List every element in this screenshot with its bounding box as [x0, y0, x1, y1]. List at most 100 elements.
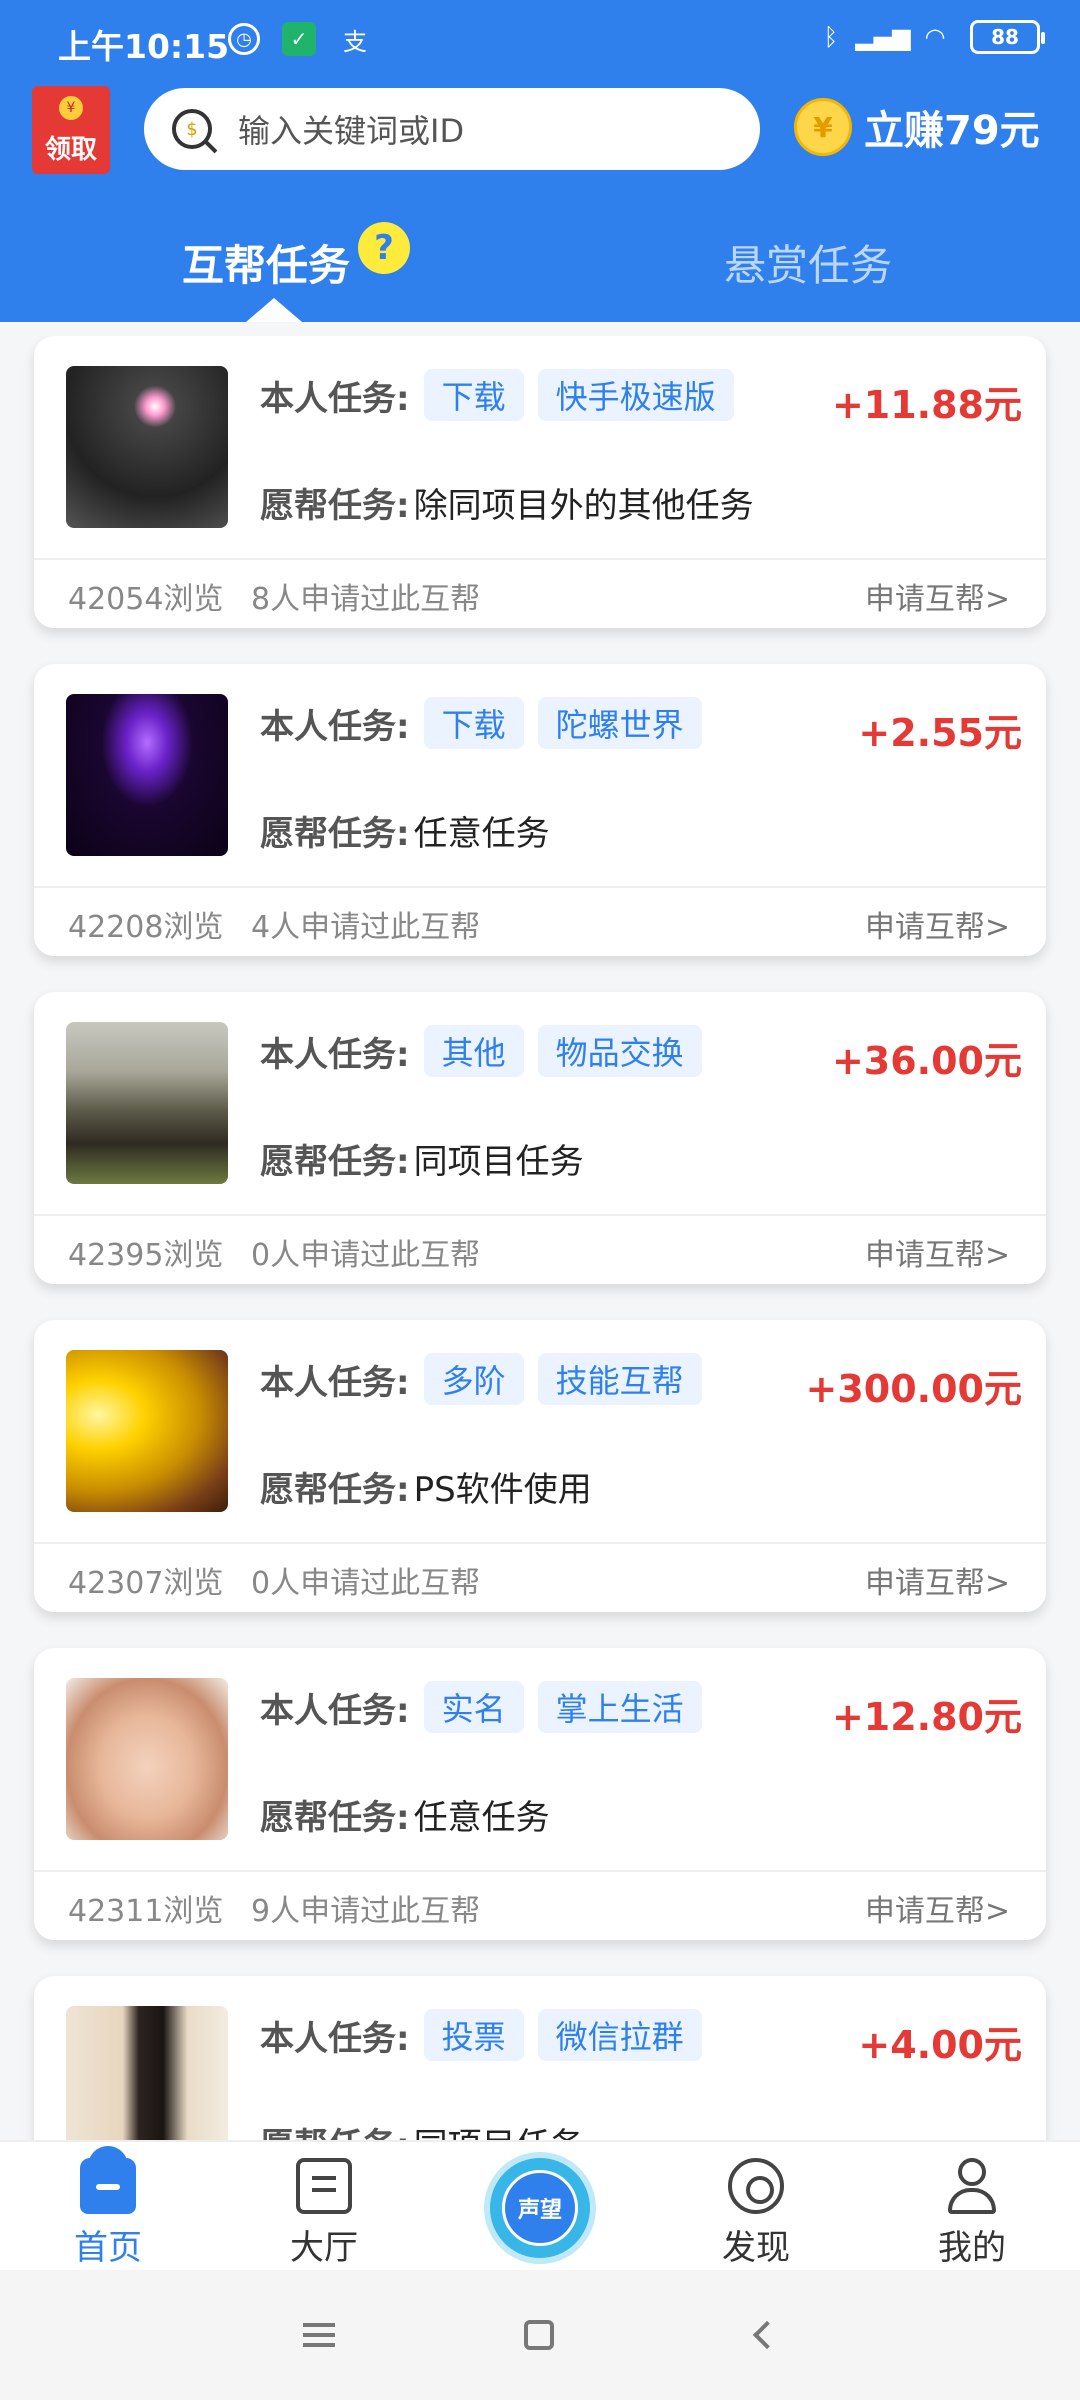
task-tag: 下载: [423, 697, 524, 749]
apply-help-link[interactable]: 申请互帮>: [865, 902, 1010, 946]
self-task-row: 本人任务: 投票 微信拉群: [260, 2008, 702, 2062]
applicant-count: 0人申请过此互帮: [250, 1566, 481, 1601]
want-task-row: 愿帮任务: 除同项目外的其他任务: [260, 478, 754, 527]
status-time: 上午10:15: [58, 27, 230, 66]
apply-help-link[interactable]: 申请互帮>: [865, 1558, 1010, 1602]
task-card[interactable]: 本人任务: 投票 微信拉群 +4.00元 愿帮任务: 同项目任务: [34, 1976, 1046, 2140]
self-task-row: 本人任务: 下载 快手极速版: [260, 368, 734, 422]
shield-icon: ✓: [282, 22, 316, 56]
want-task-row: 愿帮任务: 任意任务: [260, 1790, 550, 1839]
home-icon: [80, 2146, 136, 2214]
reward-amount: +4.00元: [858, 2023, 1022, 2067]
task-list[interactable]: 本人任务: 下载 快手极速版 +11.88元 愿帮任务: 除同项目外的其他任务 …: [0, 336, 1080, 2140]
search-placeholder: 输入关键词或ID: [238, 112, 465, 150]
card-meta: 42311浏览 9人申请过此互帮: [68, 1886, 480, 1930]
task-tag: 技能互帮: [537, 1353, 702, 1405]
task-tag: 快手极速版: [537, 369, 734, 421]
tab-indicator: [246, 298, 302, 322]
apply-help-link[interactable]: 申请互帮>: [865, 1230, 1010, 1274]
nav-hall[interactable]: 大厅: [254, 2158, 394, 2269]
task-tag: 下载: [423, 369, 524, 421]
card-meta: 42307浏览 0人申请过此互帮: [68, 1558, 480, 1602]
self-task-label: 本人任务:: [260, 1362, 410, 1403]
self-task-label: 本人任务:: [260, 1034, 410, 1075]
want-task-row: 愿帮任务: 同项目任务: [260, 2118, 584, 2140]
task-card[interactable]: 本人任务: 下载 快手极速版 +11.88元 愿帮任务: 除同项目外的其他任务 …: [34, 336, 1046, 628]
want-task-label: 愿帮任务:: [260, 1798, 410, 1838]
divider: [34, 1542, 1046, 1544]
task-tag: 实名: [423, 1681, 524, 1733]
search-icon: $: [172, 109, 212, 149]
task-card[interactable]: 本人任务: 实名 掌上生活 +12.80元 愿帮任务: 任意任务 42311浏览…: [34, 1648, 1046, 1940]
alarm-icon: ◷: [228, 23, 260, 55]
system-nav-bar: [0, 2270, 1080, 2400]
bottom-nav: 首页 大厅 声望 发现 我的: [0, 2140, 1080, 2270]
want-task-row: 愿帮任务: 任意任务: [260, 806, 550, 855]
want-task-value: 任意任务: [413, 1798, 550, 1838]
nav-discover[interactable]: 发现: [686, 2158, 826, 2269]
reward-amount: +11.88元: [831, 383, 1022, 427]
recent-apps-icon[interactable]: [296, 2312, 342, 2358]
avatar: [66, 2006, 228, 2140]
avatar: [66, 366, 228, 528]
self-task-label: 本人任务:: [260, 2018, 410, 2059]
view-count: 42395浏览: [68, 1238, 224, 1273]
want-task-label: 愿帮任务:: [260, 486, 410, 526]
tab-bounty[interactable]: 悬赏任务: [724, 232, 892, 293]
system-home-icon[interactable]: [516, 2312, 562, 2358]
want-task-row: 愿帮任务: 同项目任务: [260, 1134, 584, 1183]
want-task-label: 愿帮任务:: [260, 2118, 410, 2140]
nav-label: 发现: [722, 2228, 790, 2268]
card-meta: 42208浏览 4人申请过此互帮: [68, 902, 480, 946]
signal-icon: ▂▄▆: [855, 23, 911, 51]
divider: [34, 886, 1046, 888]
avatar: [66, 1350, 228, 1512]
applicant-count: 0人申请过此互帮: [250, 1238, 481, 1273]
status-right-icons: ᛒ ▂▄▆ ◠ 88: [814, 20, 1045, 54]
discover-icon: [728, 2158, 784, 2214]
view-count: 42311浏览: [68, 1894, 224, 1929]
reward-amount: +2.55元: [858, 711, 1022, 755]
avatar: [66, 1678, 228, 1840]
reward-amount: +300.00元: [805, 1367, 1022, 1411]
nav-home[interactable]: 首页: [38, 2146, 178, 2269]
status-left-icons: ◷ ✓ 支: [228, 22, 372, 56]
earn-button[interactable]: ¥ 立赚79元: [794, 98, 1040, 156]
task-card[interactable]: 本人任务: 其他 物品交换 +36.00元 愿帮任务: 同项目任务 42395浏…: [34, 992, 1046, 1284]
apply-help-link[interactable]: 申请互帮>: [865, 1886, 1010, 1930]
self-task-row: 本人任务: 下载 陀螺世界: [260, 696, 702, 750]
status-bar: 上午10:15 ◷ ✓ 支 ᛒ ▂▄▆ ◠ 88: [0, 0, 1080, 80]
want-task-label: 愿帮任务:: [260, 814, 410, 854]
pay-app-icon: 支: [343, 27, 367, 56]
want-task-value: 除同项目外的其他任务: [413, 486, 754, 526]
earn-label: 立赚79元: [864, 108, 1040, 154]
redpacket-label: 领取: [44, 135, 97, 165]
task-tag: 投票: [423, 2009, 524, 2061]
want-task-label: 愿帮任务:: [260, 1470, 410, 1510]
nav-profile[interactable]: 我的: [902, 2158, 1042, 2269]
avatar: [66, 1022, 228, 1184]
search-input[interactable]: $ 输入关键词或ID: [144, 88, 760, 170]
nav-label: 大厅: [290, 2228, 358, 2268]
app-header: 上午10:15 ◷ ✓ 支 ᛒ ▂▄▆ ◠ 88 ¥ 领取 $ 输入关键词或ID…: [0, 0, 1080, 322]
profile-icon: [944, 2158, 1000, 2214]
redpacket-button[interactable]: ¥ 领取: [32, 86, 110, 174]
task-card[interactable]: 本人任务: 下载 陀螺世界 +2.55元 愿帮任务: 任意任务 42208浏览 …: [34, 664, 1046, 956]
task-tag: 物品交换: [537, 1025, 702, 1077]
nav-label: 我的: [938, 2228, 1006, 2268]
help-icon[interactable]: ?: [358, 222, 410, 274]
self-task-row: 本人任务: 多阶 技能互帮: [260, 1352, 702, 1406]
tab-mutual-help[interactable]: 互帮任务: [182, 232, 350, 293]
task-card[interactable]: 本人任务: 多阶 技能互帮 +300.00元 愿帮任务: PS软件使用 4230…: [34, 1320, 1046, 1612]
divider: [34, 1870, 1046, 1872]
apply-help-link[interactable]: 申请互帮>: [865, 574, 1010, 618]
bluetooth-icon: ᛒ: [823, 23, 839, 51]
divider: [34, 558, 1046, 560]
nav-reputation[interactable]: 声望: [484, 2152, 596, 2264]
card-meta: 42395浏览 0人申请过此互帮: [68, 1230, 480, 1274]
back-icon[interactable]: [744, 2312, 790, 2358]
want-task-value: PS软件使用: [413, 1470, 592, 1510]
coin-icon: ¥: [794, 98, 852, 156]
task-tag: 多阶: [423, 1353, 524, 1405]
self-task-row: 本人任务: 其他 物品交换: [260, 1024, 702, 1078]
